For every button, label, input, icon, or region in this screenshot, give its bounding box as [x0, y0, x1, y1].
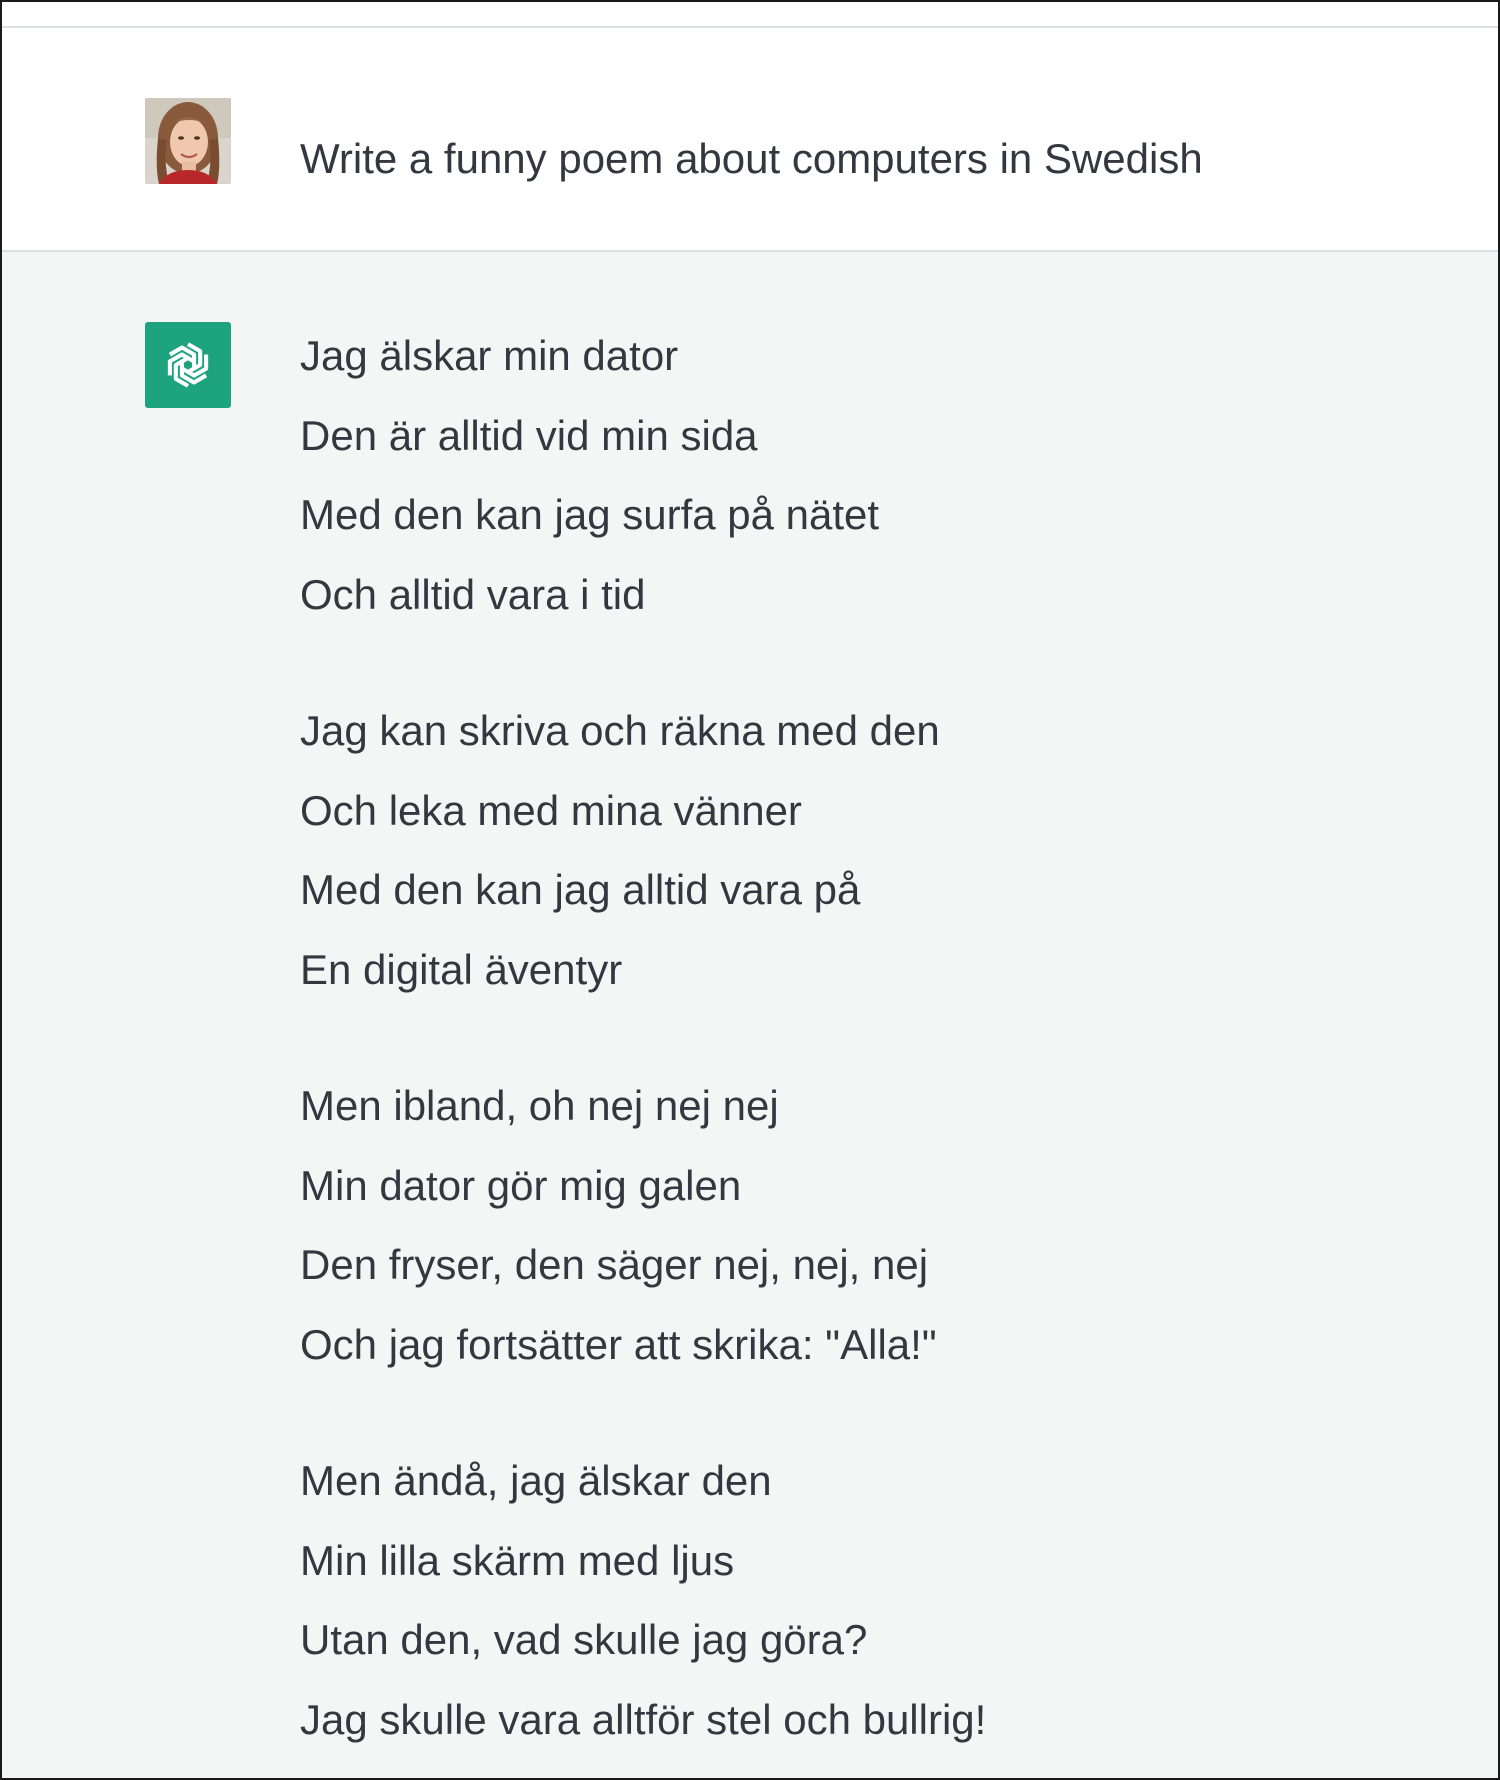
poem-line: Och alltid vara i tid [300, 570, 646, 618]
poem-line: Med den kan jag surfa på nätet [300, 491, 880, 538]
chat-window: Write a funny poem about computers in Sw… [0, 0, 1500, 1780]
poem-line: Min lilla skärm med ljus [300, 1536, 735, 1584]
assistant-message-row: Jag älskar min dator Den är alltid vid m… [2, 252, 1498, 1778]
poem-line: Min dator gör mig galen [300, 1161, 742, 1209]
user-message-text: Write a funny poem about computers in Sw… [300, 135, 1203, 182]
poem-stanza: Jag älskar min dator Den är alltid vid m… [300, 316, 986, 634]
poem-line: Jag kan skriva och räkna med den [300, 707, 940, 754]
poem-line: Utan den, vad skulle jag göra? [300, 1616, 868, 1663]
poem-line: Och leka med mina vänner [300, 786, 802, 834]
poem-line: Jag skulle vara alltför stel och bullrig… [300, 1695, 987, 1743]
openai-logo-icon [167, 342, 209, 388]
poem-line: Jag älskar min dator [300, 332, 679, 379]
poem-line: Men ibland, oh nej nej nej [300, 1082, 779, 1129]
poem-stanza: Men ändå, jag älskar den Min lilla skärm… [300, 1441, 986, 1759]
poem-line: En digital äventyr [300, 945, 623, 993]
poem-line: Den är alltid vid min sida [300, 411, 758, 459]
user-avatar [145, 98, 231, 184]
poem-stanza: Men ibland, oh nej nej nej Min dator gör… [300, 1066, 986, 1384]
user-avatar-photo-icon [145, 98, 231, 184]
assistant-avatar [145, 322, 231, 408]
assistant-message-poem: Jag älskar min dator Den är alltid vid m… [300, 316, 986, 1778]
poem-stanza: Jag kan skriva och räkna med den Och lek… [300, 691, 986, 1009]
user-message-row: Write a funny poem about computers in Sw… [2, 28, 1498, 252]
poem-line: Med den kan jag alltid vara på [300, 866, 861, 913]
poem-line: Men ändå, jag älskar den [300, 1457, 772, 1504]
poem-line: Den fryser, den säger nej, nej, nej [300, 1241, 929, 1288]
poem-line: Och jag fortsätter att skrika: "Alla!" [300, 1320, 937, 1368]
